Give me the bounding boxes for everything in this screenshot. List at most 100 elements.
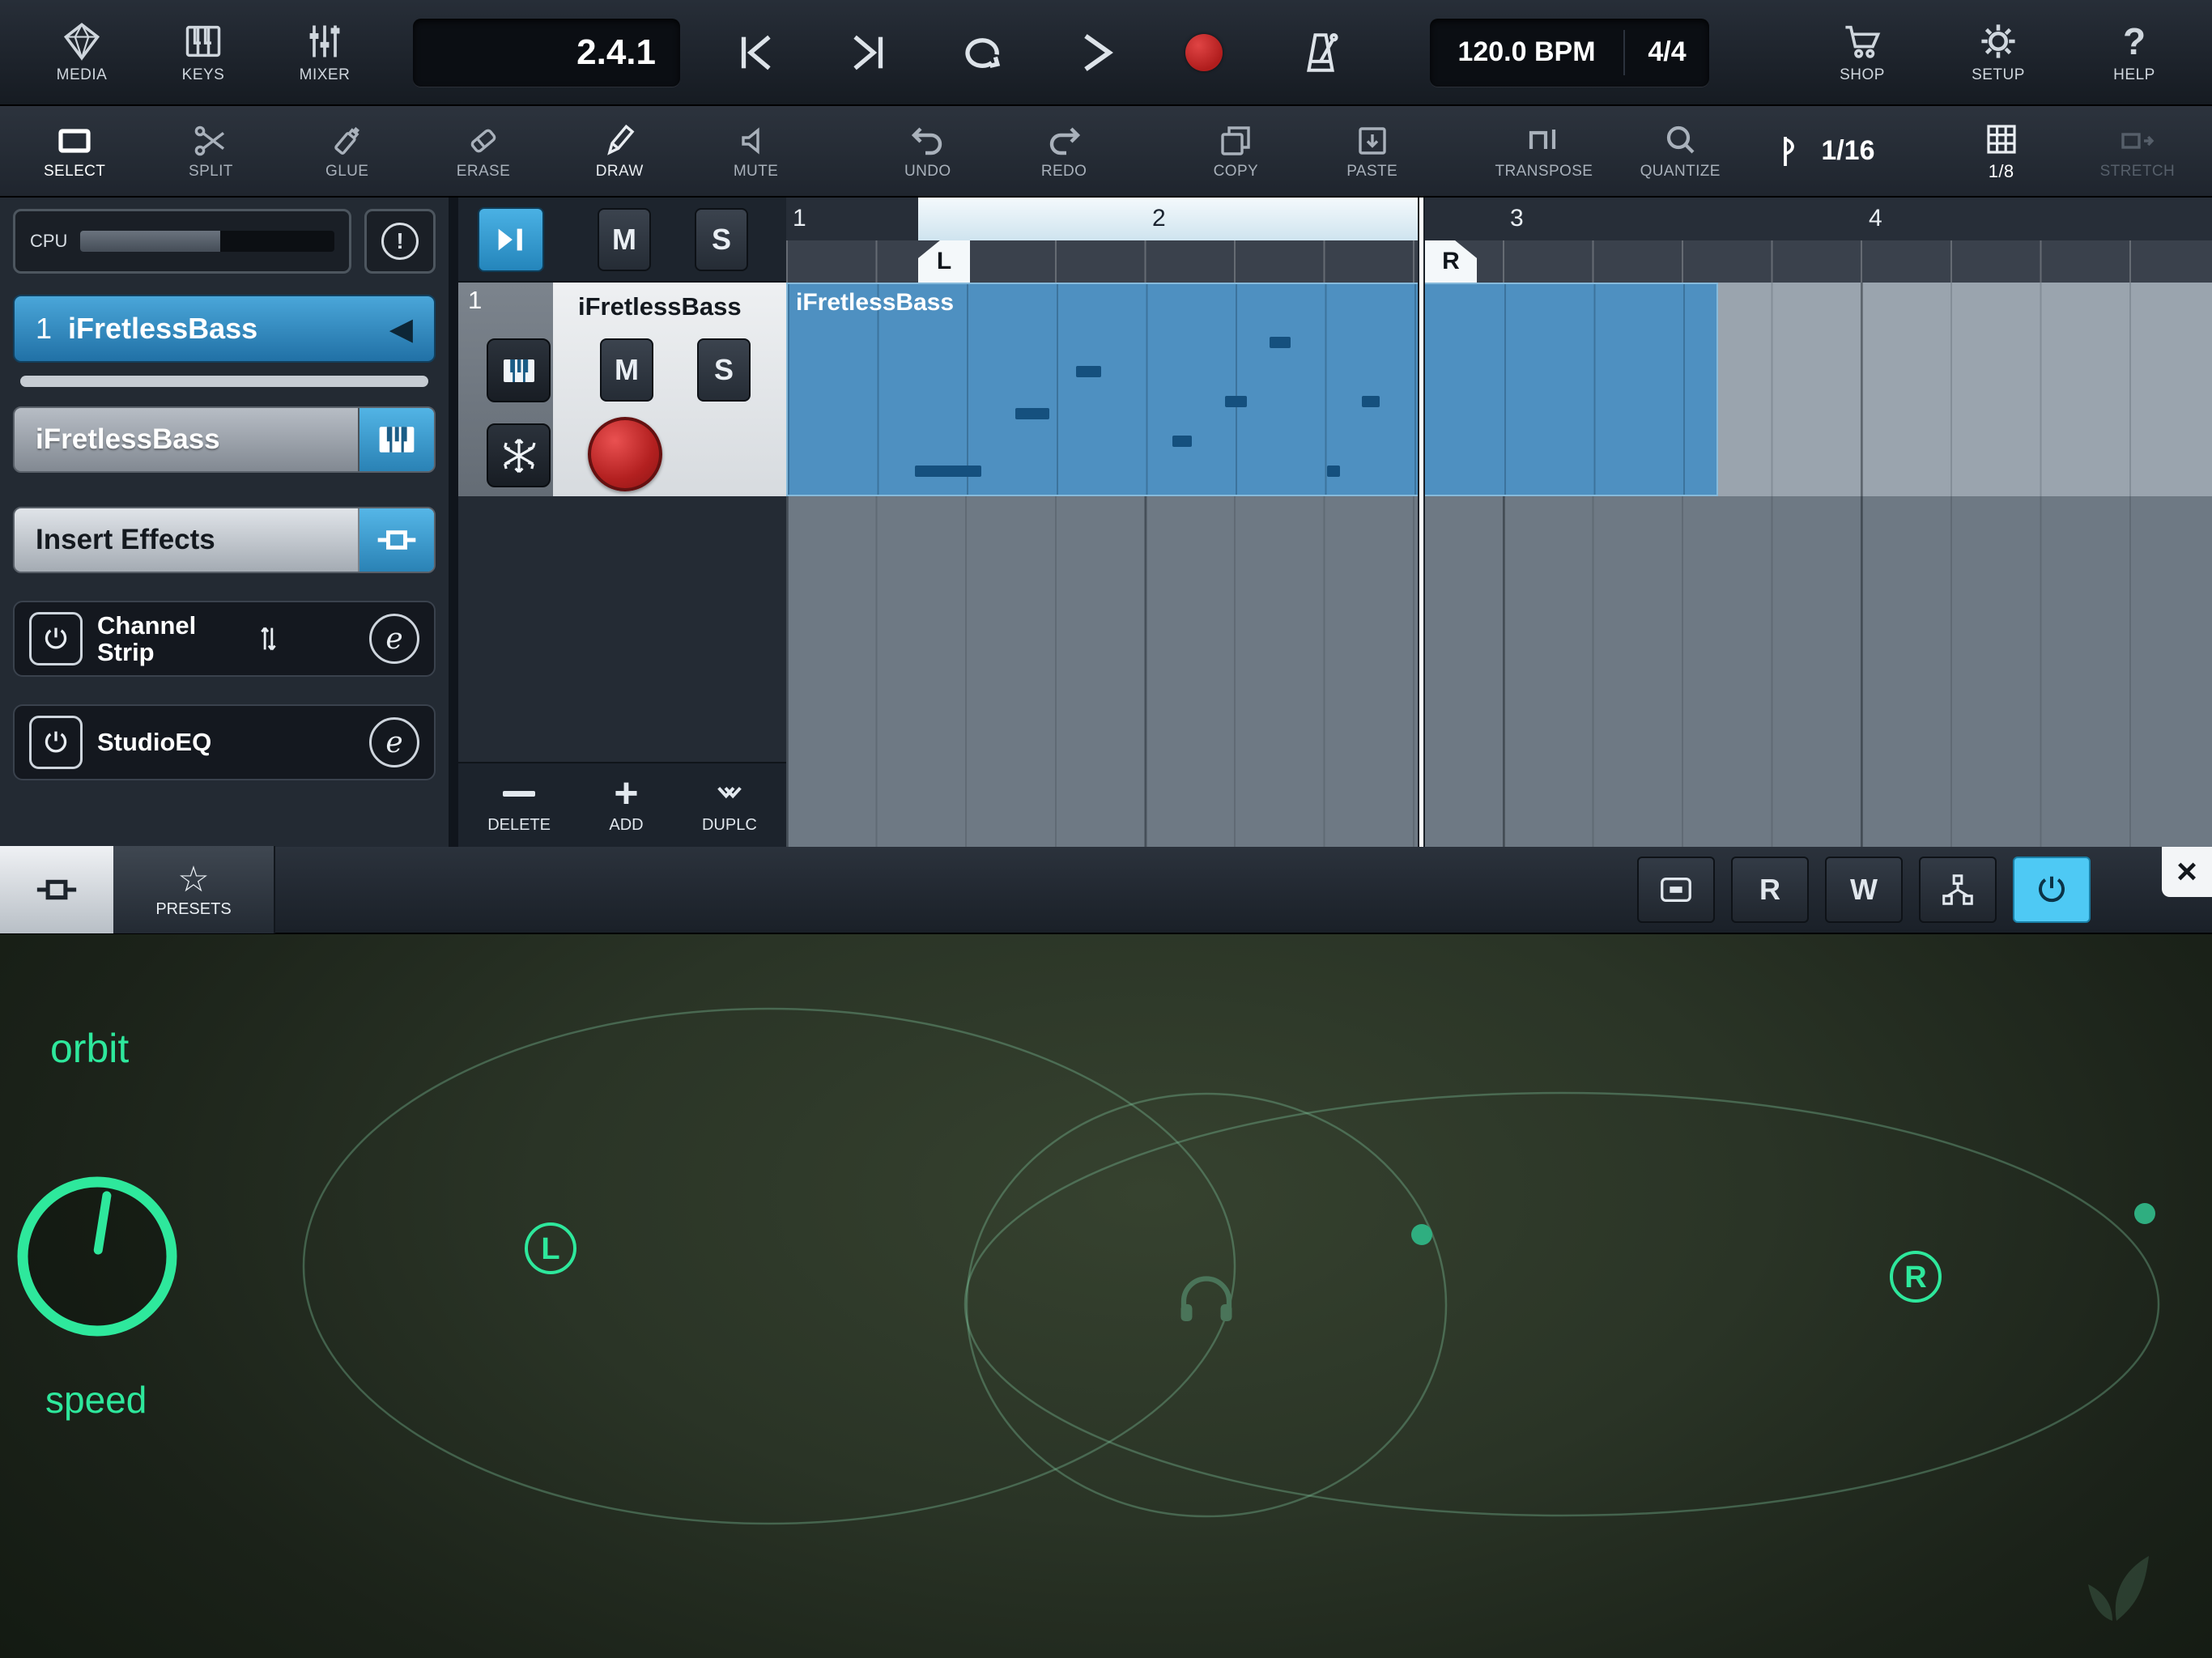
mixer-icon xyxy=(304,20,346,62)
insert-effect-tab[interactable] xyxy=(0,846,113,933)
copy-button[interactable]: COPY xyxy=(1168,121,1304,181)
undo-button[interactable]: UNDO xyxy=(860,121,996,181)
grid-value-button[interactable]: 1/8 xyxy=(1933,120,2069,182)
expand-icon xyxy=(1657,871,1695,908)
auto-scroll-button[interactable] xyxy=(478,207,544,272)
track-selector-number: 1 xyxy=(36,312,52,346)
expand-button[interactable] xyxy=(1637,857,1715,923)
effect-edit-button[interactable]: e xyxy=(369,614,419,664)
effect-slot-channel-strip[interactable]: Channel Strip e xyxy=(13,601,436,677)
tempo-display[interactable]: 120.0 BPM 4/4 xyxy=(1430,19,1709,87)
global-mute-button[interactable]: M xyxy=(598,208,651,271)
mute-label: MUTE xyxy=(734,163,778,181)
warning-button[interactable]: ! xyxy=(364,209,436,274)
midi-note xyxy=(1172,436,1192,447)
effect-power-button[interactable] xyxy=(29,612,83,665)
close-panel-button[interactable]: × xyxy=(2162,847,2212,897)
orbit-visualization[interactable]: L R xyxy=(0,934,2212,1658)
mute-tool-button[interactable]: MUTE xyxy=(687,121,823,181)
help-icon: ? xyxy=(2123,20,2146,62)
gear-icon xyxy=(1977,20,2019,62)
orbit-path-center xyxy=(967,1094,1446,1516)
metronome-button[interactable] xyxy=(1297,29,1344,76)
insert-effects-button[interactable] xyxy=(358,508,434,572)
song-position-display[interactable]: 2.4.1 xyxy=(413,19,680,87)
redo-button[interactable]: REDO xyxy=(996,121,1132,181)
media-label: MEDIA xyxy=(57,66,108,84)
transpose-button[interactable]: TRANSPOSE xyxy=(1476,121,1612,181)
loop-region[interactable] xyxy=(918,198,1421,240)
panel-scroll-indicator xyxy=(20,376,428,387)
transpose-label: TRANSPOSE xyxy=(1495,163,1593,181)
media-button[interactable]: MEDIA xyxy=(21,20,143,84)
setup-button[interactable]: SETUP xyxy=(1942,20,2055,84)
transport-controls xyxy=(732,29,1223,76)
loop-end-marker[interactable]: R xyxy=(1425,240,1477,283)
grid-icon xyxy=(1982,120,2021,159)
track-header[interactable]: 1 iFretlessBass M S xyxy=(458,283,786,496)
skip-to-end-button[interactable] xyxy=(845,29,892,76)
track-mute-button[interactable]: M xyxy=(600,338,653,402)
arrange-area[interactable]: iFretlessBass 1 2 3 4 L R xyxy=(786,198,2212,847)
arrange-background[interactable] xyxy=(786,496,2212,847)
effect-power-button[interactable] xyxy=(2013,857,2091,923)
topbar-right-group: SHOP SETUP ? HELP xyxy=(1806,20,2191,84)
effect-panel-controls: R W xyxy=(1637,857,2091,923)
keys-label: KEYS xyxy=(182,66,225,84)
track-instrument-button[interactable] xyxy=(487,338,551,402)
add-track-button[interactable]: + ADD xyxy=(609,776,643,835)
loop-start-marker[interactable]: L xyxy=(918,240,970,283)
track-solo-button[interactable]: S xyxy=(697,338,751,402)
effect-slot-studioeq[interactable]: StudioEQ e xyxy=(13,704,436,780)
orbit-dot-center[interactable] xyxy=(1411,1224,1432,1245)
automation-write-button[interactable]: W xyxy=(1825,857,1903,923)
minus-icon xyxy=(503,791,535,797)
song-position-value: 2.4.1 xyxy=(576,32,656,73)
global-solo-button[interactable]: S xyxy=(695,208,748,271)
cpu-meter-box: CPU xyxy=(13,209,351,274)
midi-note xyxy=(1327,466,1340,477)
split-tool-button[interactable]: SPLIT xyxy=(143,121,279,181)
insert-effects-row[interactable]: Insert Effects xyxy=(13,507,436,573)
loop-button[interactable] xyxy=(959,29,1006,76)
draw-tool-button[interactable]: DRAW xyxy=(551,121,687,181)
track-record-arm-button[interactable] xyxy=(588,417,662,491)
effect-power-button[interactable] xyxy=(29,716,83,769)
track-selector-button[interactable]: 1 iFretlessBass ◀ xyxy=(13,295,436,363)
instrument-editor-button[interactable] xyxy=(358,408,434,471)
leaf-logo xyxy=(2088,1556,2149,1621)
track-list-header: M S xyxy=(458,198,786,283)
routing-button[interactable] xyxy=(1919,857,1997,923)
automation-read-button[interactable]: R xyxy=(1731,857,1809,923)
bar-number: 3 xyxy=(1510,205,1524,232)
sync-value-button[interactable]: 1/16 xyxy=(1748,132,1900,171)
help-button[interactable]: ? HELP xyxy=(2078,20,2191,84)
erase-tool-button[interactable]: ERASE xyxy=(415,121,551,181)
play-button[interactable] xyxy=(1072,29,1119,76)
keys-button[interactable]: KEYS xyxy=(143,20,264,84)
inspector-panel: CPU ! 1 iFretlessBass ◀ iFretlessBass In… xyxy=(0,198,449,847)
plus-icon: + xyxy=(614,777,638,810)
collapse-arrow-icon[interactable]: ◀ xyxy=(389,311,413,347)
timeline-ruler[interactable]: 1 2 3 4 xyxy=(786,198,2212,240)
record-button[interactable] xyxy=(1185,34,1223,71)
effect-edit-button[interactable]: e xyxy=(369,717,419,767)
quantize-button[interactable]: QUANTIZE xyxy=(1612,121,1748,181)
timeline-beat-ruler[interactable]: L R xyxy=(786,240,2212,283)
presets-button[interactable]: ☆ PRESETS xyxy=(113,846,275,933)
orbit-dot-right[interactable] xyxy=(2134,1203,2155,1224)
midi-clip[interactable]: iFretlessBass xyxy=(786,283,1718,496)
paste-button[interactable]: PASTE xyxy=(1304,121,1440,181)
playhead[interactable] xyxy=(1419,198,1423,847)
mixer-button[interactable]: MIXER xyxy=(264,20,385,84)
glue-tool-button[interactable]: GLUE xyxy=(279,121,415,181)
delete-track-button[interactable]: DELETE xyxy=(487,776,551,835)
instrument-row[interactable]: iFretlessBass xyxy=(13,406,436,473)
shop-button[interactable]: SHOP xyxy=(1806,20,1919,84)
track-freeze-button[interactable] xyxy=(487,423,551,487)
select-tool-button[interactable]: SELECT xyxy=(6,121,143,181)
bpm-value: 120.0 BPM xyxy=(1430,36,1623,68)
duplicate-track-button[interactable]: DUPLC xyxy=(702,776,757,835)
midi-note xyxy=(1270,337,1290,348)
skip-to-start-button[interactable] xyxy=(732,29,779,76)
